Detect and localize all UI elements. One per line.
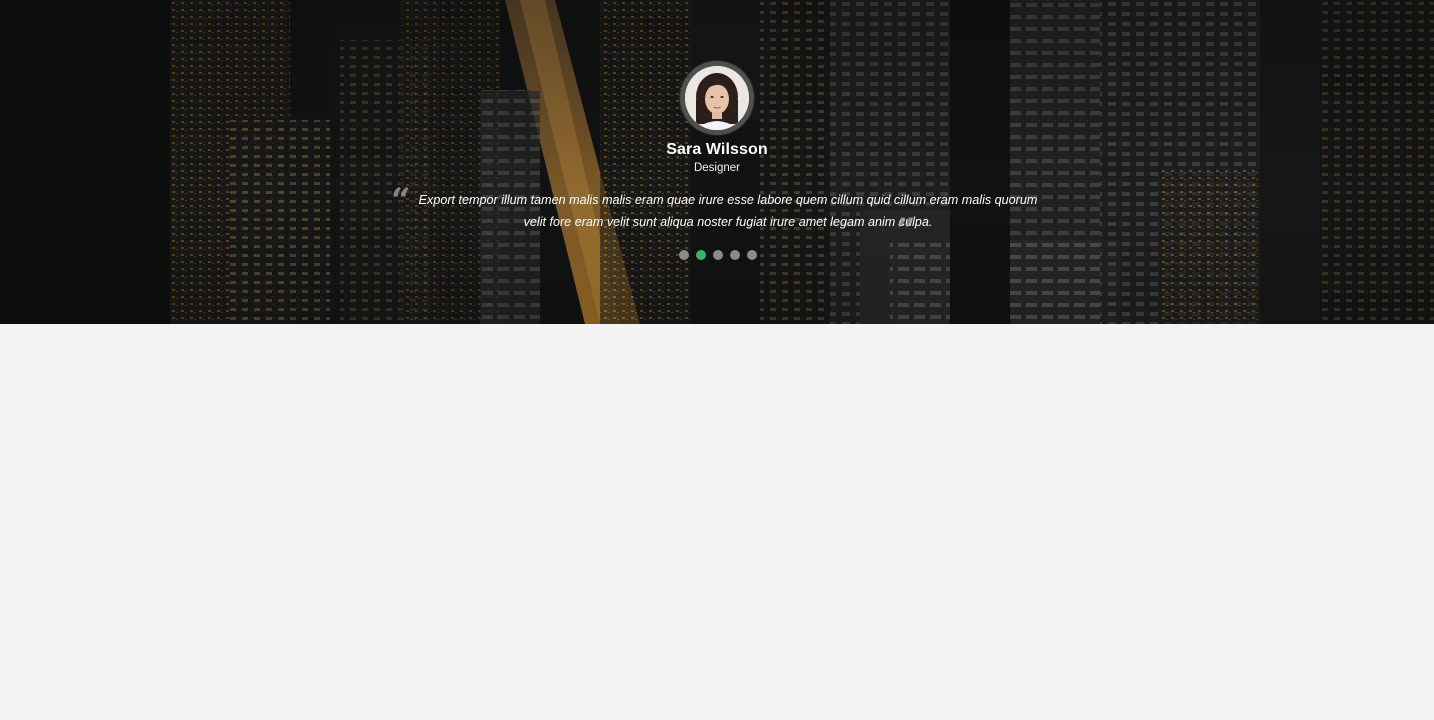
carousel-dot-1[interactable] bbox=[679, 250, 689, 260]
avatar bbox=[685, 66, 749, 130]
testimonial-quote: Export tempor illum tamen malis malis er… bbox=[418, 193, 1038, 229]
carousel-dot-4[interactable] bbox=[730, 250, 740, 260]
testimonials-section: Sara Wilsson Designer “ Export tempor il… bbox=[0, 0, 1434, 324]
testimonial-role: Designer bbox=[693, 162, 741, 174]
carousel-dot-5[interactable] bbox=[747, 250, 757, 260]
person-photo bbox=[685, 66, 749, 130]
carousel-dot-3[interactable] bbox=[713, 250, 723, 260]
avatar-frame bbox=[680, 61, 754, 135]
testimonial-item: Sara Wilsson Designer “ Export tempor il… bbox=[0, 0, 1434, 324]
carousel-pagination bbox=[679, 250, 757, 260]
quote-right-icon: ” bbox=[896, 211, 916, 251]
testimonial-name: Sara Wilsson bbox=[666, 141, 768, 158]
carousel-dot-2[interactable] bbox=[696, 250, 706, 260]
